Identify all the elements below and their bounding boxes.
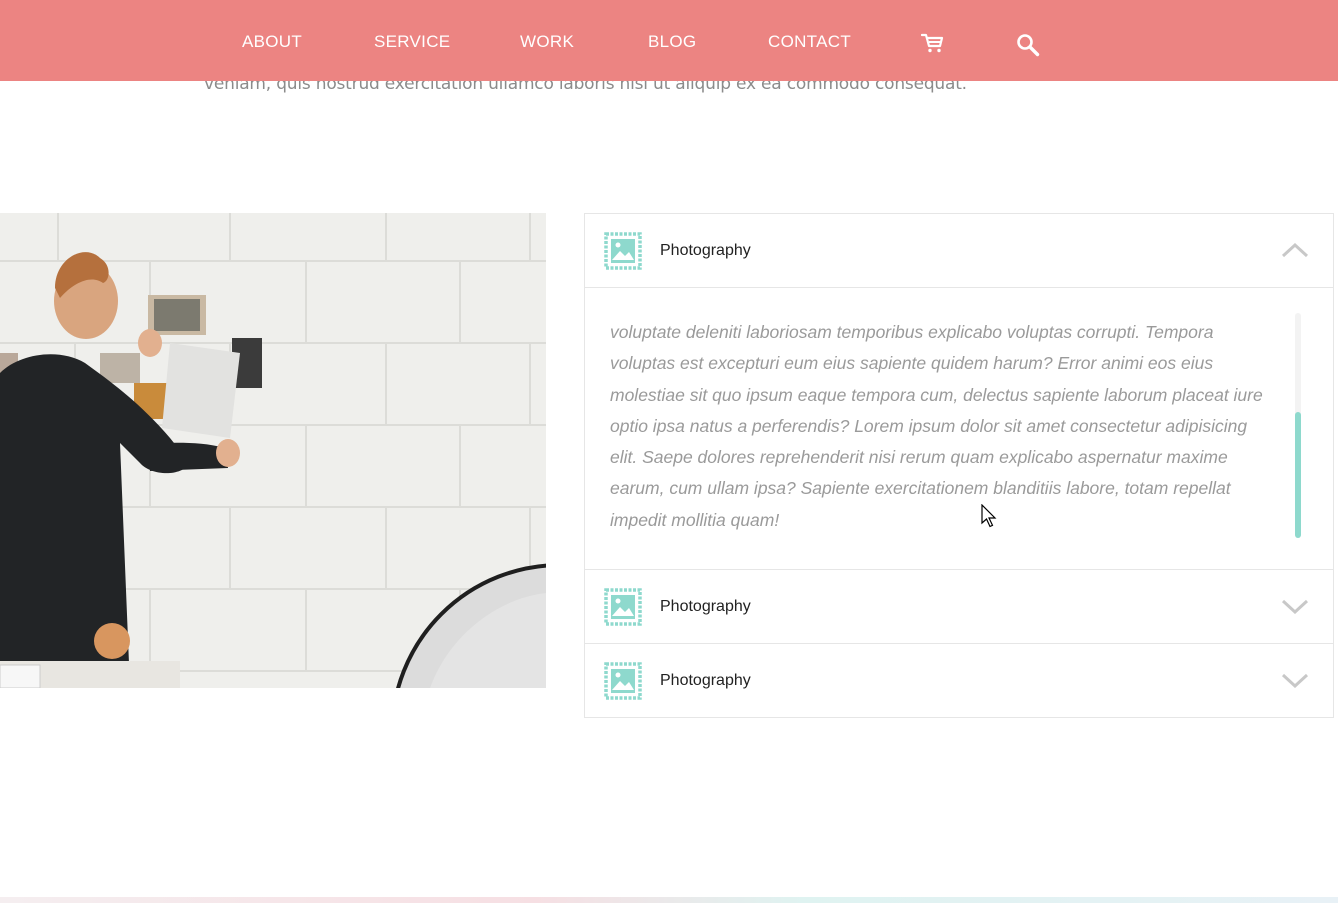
- nav-contact[interactable]: CONTACT: [768, 32, 851, 52]
- image-icon: [604, 662, 642, 705]
- accordion-item: Photography voluptate deleniti laboriosa…: [584, 213, 1334, 570]
- mouse-pointer-icon: [981, 503, 997, 533]
- nav-about[interactable]: ABOUT: [242, 32, 302, 52]
- scrollbar-thumb[interactable]: [1295, 412, 1301, 538]
- accordion-body: voluptate deleniti laboriosam temporibus…: [585, 287, 1333, 569]
- image-icon: [604, 232, 642, 275]
- chevron-up-icon[interactable]: [1281, 242, 1309, 263]
- top-navbar: ABOUT SERVICE WORK BLOG CONTACT: [0, 0, 1338, 81]
- man-pinning-photos-image: [0, 213, 546, 688]
- services-accordion: Photography voluptate deleniti laboriosa…: [584, 213, 1334, 718]
- nav-work[interactable]: WORK: [520, 32, 574, 52]
- cart-icon[interactable]: [920, 32, 945, 59]
- image-icon: [604, 588, 642, 631]
- search-icon[interactable]: [1016, 33, 1040, 62]
- chevron-down-icon[interactable]: [1281, 672, 1309, 693]
- accordion-body-text: voluptate deleniti laboriosam temporibus…: [610, 322, 1263, 530]
- chevron-down-icon[interactable]: [1281, 598, 1309, 619]
- accordion-item: Photography: [584, 569, 1334, 644]
- footer-edge: [0, 897, 1338, 903]
- nav-service[interactable]: SERVICE: [374, 32, 450, 52]
- scrollbar-track[interactable]: [1295, 313, 1301, 538]
- accordion-title: Photography: [660, 672, 751, 689]
- accordion-header-photography[interactable]: Photography: [585, 214, 1333, 287]
- accordion-header-photography[interactable]: Photography: [585, 644, 1333, 717]
- nav-blog[interactable]: BLOG: [648, 32, 696, 52]
- accordion-item: Photography: [584, 643, 1334, 718]
- accordion-header-photography[interactable]: Photography: [585, 570, 1333, 643]
- accordion-title: Photography: [660, 242, 751, 259]
- accordion-title: Photography: [660, 598, 751, 615]
